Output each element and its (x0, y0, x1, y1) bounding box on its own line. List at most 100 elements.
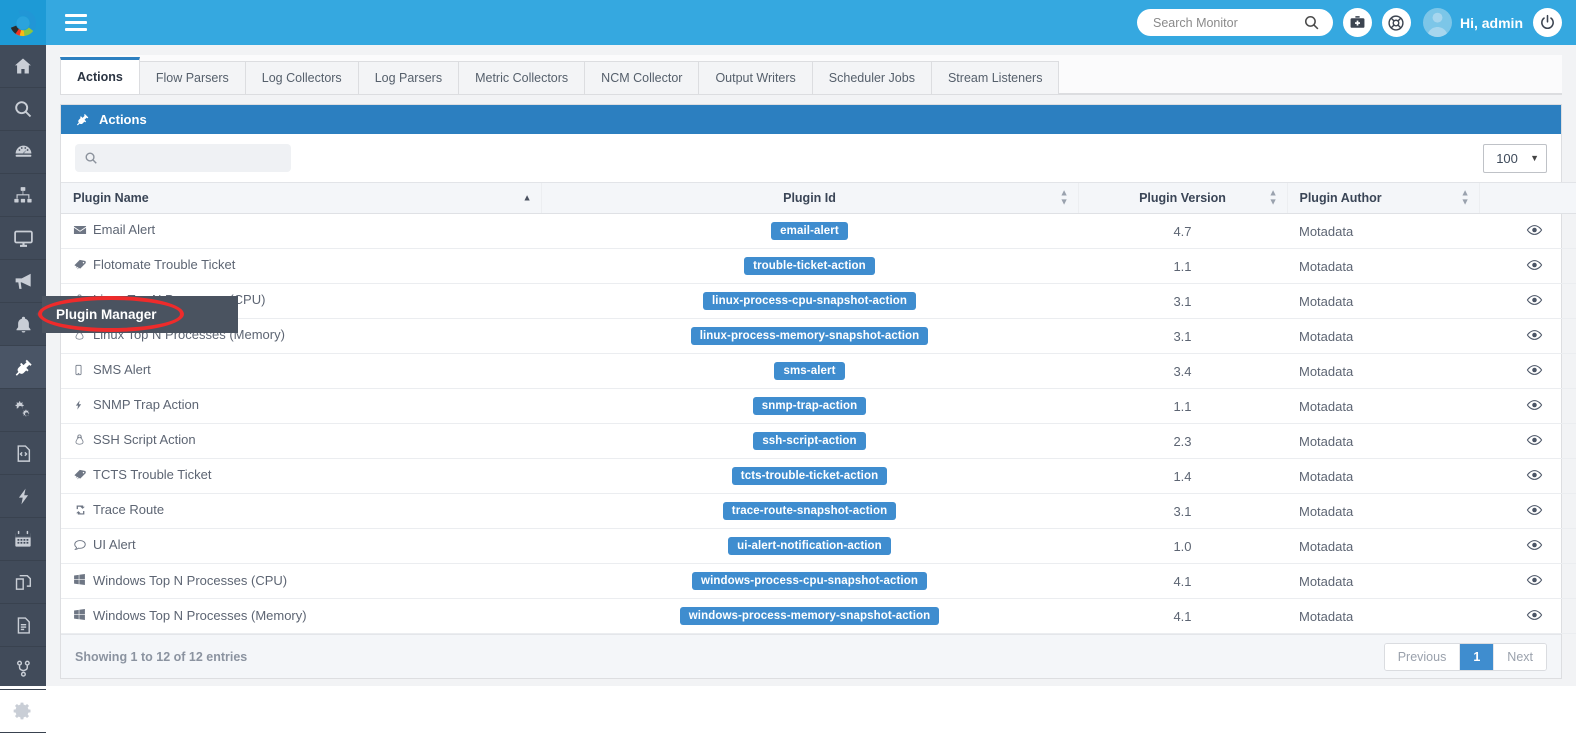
windows-icon (73, 608, 90, 624)
sidebar-item-layers[interactable] (0, 561, 46, 604)
eye-icon[interactable] (1526, 399, 1543, 414)
sidebar-item-dashboard[interactable] (0, 131, 46, 174)
plugin-id-badge: trace-route-snapshot-action (722, 502, 897, 520)
tab-log-parsers[interactable]: Log Parsers (357, 61, 460, 94)
table-row[interactable]: UI Alert ui-alert-notification-action 1.0 M… (61, 528, 1576, 564)
pagination-previous[interactable]: Previous (1384, 643, 1461, 670)
cell-plugin-version: 3.1 (1078, 283, 1287, 319)
sidebar-item-configuration[interactable] (0, 690, 46, 733)
retweet-icon (73, 503, 90, 520)
eye-icon[interactable] (1526, 294, 1543, 309)
tab-flow-parsers[interactable]: Flow Parsers (138, 61, 246, 94)
table-row[interactable]: Email Alert email-alert 4.7 Motadata (61, 213, 1576, 249)
plugins-table: Plugin Name ▲ Plugin Id ▲ ▼ Plugin Versio… (61, 182, 1576, 634)
table-row[interactable]: Linux Top N Processes (CPU)linux-process… (61, 283, 1576, 319)
eye-icon[interactable] (1526, 364, 1543, 379)
eye-icon[interactable] (1526, 224, 1543, 239)
cell-plugin-author: Motadata (1287, 493, 1479, 529)
tab-label: Log Parsers (374, 71, 443, 85)
table-row[interactable]: SSH Script Action ssh-script-action 2.3 Mot… (61, 423, 1576, 459)
eye-icon[interactable] (1526, 434, 1543, 449)
cell-plugin-author: Motadata (1287, 598, 1479, 634)
sidebar-item-announcements[interactable] (0, 260, 46, 303)
cell-plugin-name: Windows Top N Processes (CPU) (61, 563, 541, 599)
pagination-page-1[interactable]: 1 (1460, 643, 1495, 670)
plugin-name-label: Flotomate Trouble Ticket (93, 257, 236, 273)
table-row[interactable]: Windows Top N Processes (Memory) windows-… (61, 598, 1576, 634)
table-row[interactable]: Windows Top N Processes (CPU) windows-pro… (61, 563, 1576, 599)
sidebar-item-monitors[interactable] (0, 217, 46, 260)
sidebar-item-topology[interactable] (0, 174, 46, 217)
tab-label: Output Writers (715, 71, 796, 85)
tab-scheduler-jobs[interactable]: Scheduler Jobs (811, 61, 932, 94)
plugin-manager-tooltip: Plugin Manager (42, 296, 238, 333)
cell-plugin-name: TCTS Trouble Ticket (61, 458, 541, 494)
help-button[interactable] (1381, 8, 1411, 37)
eye-icon[interactable] (1526, 469, 1543, 484)
cell-plugin-id: ui-alert-notification-action (541, 528, 1078, 564)
avatar[interactable] (1422, 8, 1452, 37)
eye-icon[interactable] (1526, 609, 1543, 624)
pagination-next[interactable]: Next (1494, 643, 1546, 670)
tab-actions[interactable]: Actions (60, 57, 140, 94)
hamburger-bar (65, 21, 87, 24)
tags-icon (73, 468, 90, 485)
comment-icon (73, 538, 90, 555)
sidebar-item-search[interactable] (0, 88, 46, 131)
eye-icon[interactable] (1526, 504, 1543, 519)
sidebar-item-scheduler[interactable] (0, 518, 46, 561)
search-input[interactable] (1150, 14, 1303, 31)
cell-plugin-id: windows-process-cpu-snapshot-action (541, 563, 1078, 599)
table-head: Plugin Name ▲ Plugin Id ▲ ▼ Plugin Versio… (61, 182, 1576, 214)
sidebar-item-workflow[interactable] (0, 647, 46, 690)
table-search-input[interactable] (105, 150, 280, 166)
column-header-plugin-name[interactable]: Plugin Name ▲ (61, 182, 541, 214)
column-header-plugin-version[interactable]: Plugin Version ▲ ▼ (1077, 182, 1287, 214)
sidebar-item-home[interactable] (0, 45, 46, 88)
tab-stream-listeners[interactable]: Stream Listeners (930, 61, 1060, 94)
sidebar-item-settings-gears[interactable] (0, 389, 46, 432)
cell-actions (1479, 598, 1576, 634)
sidebar-item-events[interactable] (0, 475, 46, 518)
column-header-plugin-author[interactable]: Plugin Author ▲ ▼ (1286, 182, 1479, 214)
table-row[interactable]: TCTS Trouble Ticket tcts-trouble-ticket-a… (61, 458, 1576, 494)
cell-actions (1479, 493, 1576, 529)
page-length-select[interactable]: 100 ▼ (1483, 143, 1547, 173)
search-icon[interactable] (1303, 14, 1320, 31)
logout-button[interactable] (1533, 8, 1562, 37)
hamburger-bar (65, 28, 87, 31)
cell-plugin-version: 1.1 (1078, 248, 1287, 284)
sidebar-item-code[interactable] (0, 432, 46, 475)
column-header-plugin-id[interactable]: Plugin Id ▲ ▼ (540, 182, 1078, 214)
table-row[interactable]: SMS Alert sms-alert 3.4 Motadata (61, 353, 1576, 389)
table-header-row: Plugin Name ▲ Plugin Id ▲ ▼ Plugin Versio… (61, 182, 1576, 214)
toolbox-button[interactable] (1342, 8, 1372, 37)
eye-icon[interactable] (1526, 259, 1543, 274)
tab-metric-collectors[interactable]: Metric Collectors (458, 61, 586, 94)
menu-toggle-button[interactable] (65, 14, 87, 31)
cell-plugin-author: Motadata (1287, 528, 1479, 564)
eye-icon[interactable] (1526, 574, 1543, 589)
cell-actions (1479, 388, 1576, 424)
tab-log-collectors[interactable]: Log Collectors (244, 61, 359, 94)
left-sidebar (0, 45, 46, 733)
cell-plugin-id: snmp-trap-action (541, 388, 1078, 424)
table-row[interactable]: Linux Top N Processes (Memory) linux-proc… (61, 318, 1576, 354)
cell-plugin-id: sms-alert (541, 353, 1078, 389)
eye-icon[interactable] (1526, 539, 1543, 554)
table-row[interactable]: SNMP Trap Action snmp-trap-action 1.1 Motad… (61, 388, 1576, 424)
sidebar-item-reports[interactable] (0, 604, 46, 647)
tab-ncm-collector[interactable]: NCM Collector (584, 61, 700, 94)
app-logo[interactable] (0, 0, 46, 45)
sidebar-item-plugin-manager[interactable] (0, 346, 46, 389)
bolt-icon (18, 488, 28, 504)
global-search[interactable] (1136, 9, 1333, 36)
tab-output-writers[interactable]: Output Writers (698, 61, 813, 94)
table-row[interactable]: Trace Route trace-route-snapshot-action 3.… (61, 493, 1576, 529)
branch-icon (16, 660, 30, 677)
table-row[interactable]: Flotomate Trouble Ticket trouble-ticket-a… (61, 248, 1576, 284)
eye-icon[interactable] (1526, 329, 1543, 344)
tab-label: NCM Collector (601, 71, 683, 85)
table-search[interactable] (75, 144, 291, 172)
cell-plugin-author: Motadata (1287, 248, 1479, 284)
